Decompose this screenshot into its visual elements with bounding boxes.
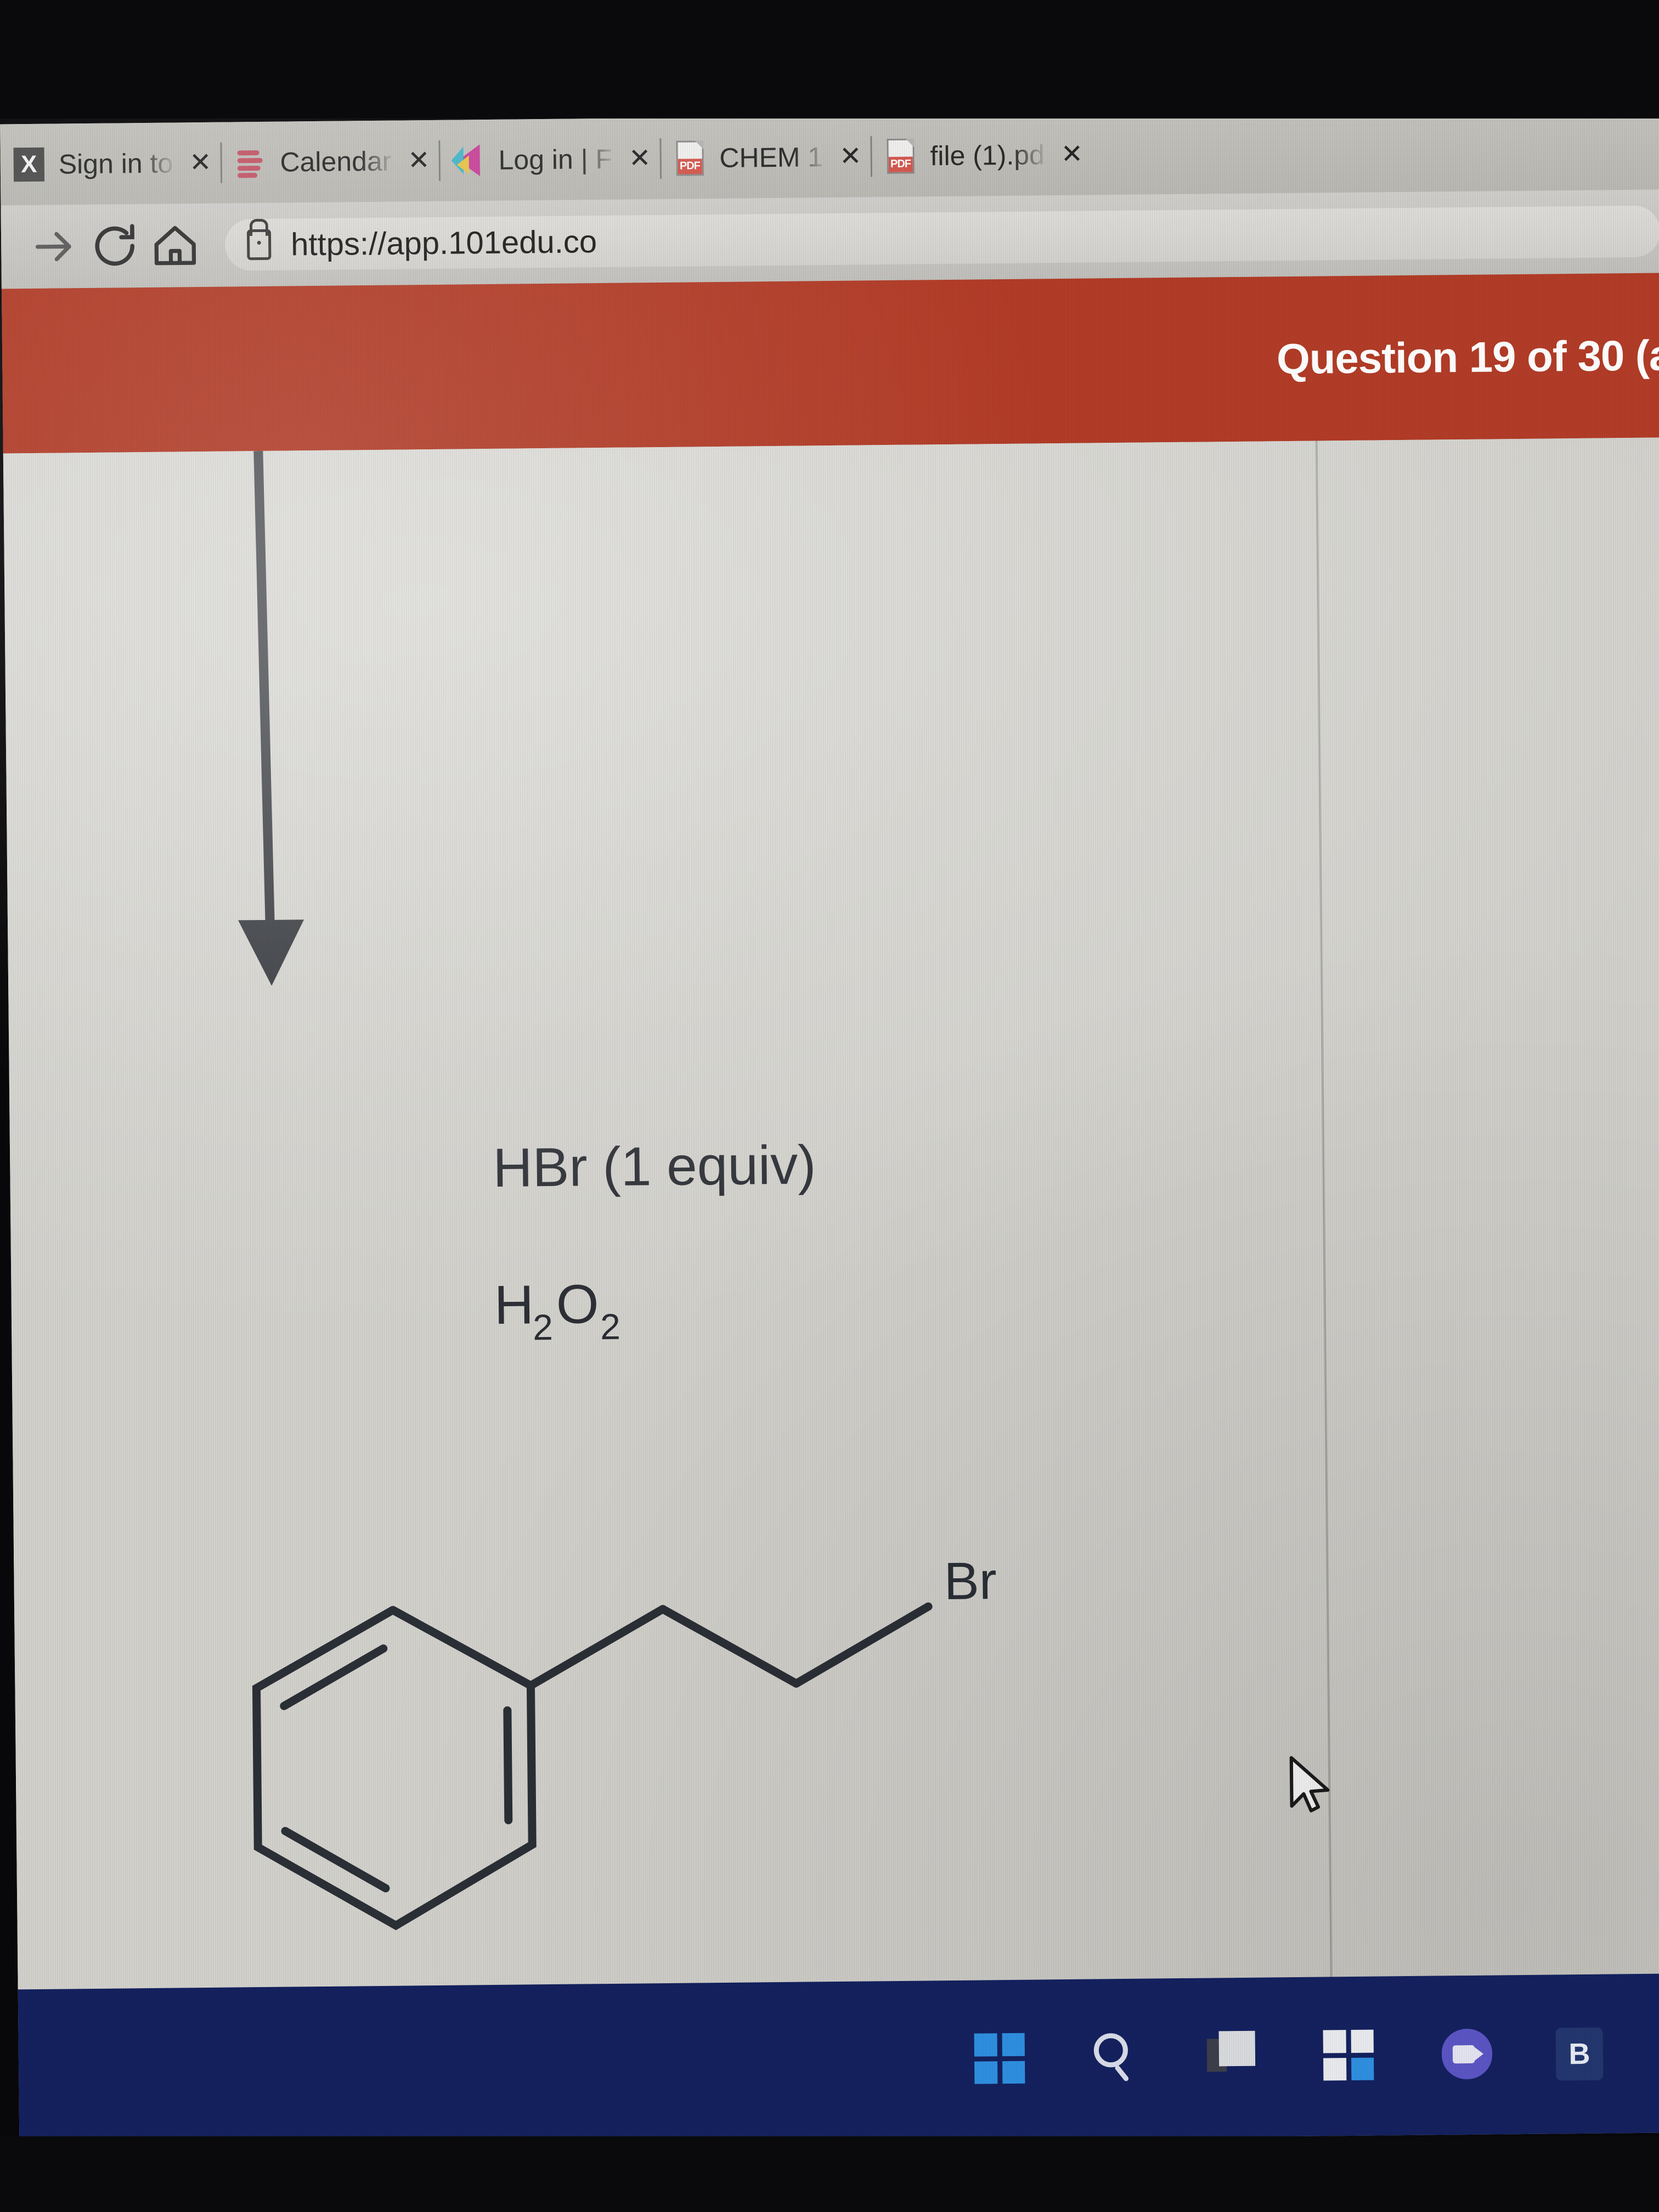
letter-b-icon: B (1555, 2027, 1604, 2081)
mouse-pointer-icon (1289, 1756, 1330, 1813)
monitor-bezel-bottom (0, 2136, 1659, 2212)
widgets-button[interactable] (1323, 2029, 1376, 2083)
browser-tab-1[interactable]: Calendar ✕ (227, 120, 434, 204)
teams-button[interactable] (1440, 2028, 1493, 2082)
svg-text:O: O (556, 1273, 599, 1335)
reaction-arrow-down-icon (238, 450, 304, 986)
browser-tab-2[interactable]: Log in | F ✕ (445, 118, 654, 201)
pdf-icon: PDF (672, 140, 708, 176)
propyl-bromide-chain (526, 1602, 933, 1690)
url-text: https://app.101edu.co (290, 223, 597, 262)
question-content-area: Br HBr (1 equiv) H 2 O 2 (3, 437, 1659, 1990)
forward-arrow-icon[interactable] (24, 216, 85, 277)
browser-tab-label: CHEM 1 (719, 142, 823, 173)
benzene-ring (252, 1606, 537, 1931)
excel-icon: X (11, 147, 47, 183)
search-button[interactable] (1091, 2032, 1144, 2085)
canvas-icon (233, 145, 268, 180)
screen-content: X Sign in to ✕ Calendar ✕ Log in | F ✕ P… (0, 108, 1659, 2149)
bromine-label: Br (944, 1551, 997, 1611)
reagent-line-2: H 2 O 2 (494, 1273, 620, 1347)
task-view-button[interactable] (1206, 2030, 1260, 2084)
reload-icon[interactable] (84, 216, 145, 276)
svg-text:2: 2 (600, 1306, 620, 1347)
start-button[interactable] (974, 2033, 1028, 2086)
question-header-bar: Question 19 of 30 (a (1, 273, 1659, 454)
tab-separator (438, 140, 441, 181)
tab-close-icon[interactable]: ✕ (839, 142, 862, 171)
lock-icon (246, 229, 272, 261)
pdf-icon: PDF (883, 138, 918, 174)
tab-close-icon[interactable]: ✕ (1061, 140, 1084, 169)
browser-address-bar: https://app.101edu.co (1, 189, 1659, 289)
reagent-line-1: HBr (1 equiv) (493, 1134, 816, 1199)
windows-logo-icon (974, 2033, 1025, 2084)
widgets-icon (1323, 2029, 1374, 2081)
tab-separator (659, 138, 662, 179)
tab-separator (220, 142, 222, 183)
browser-tab-strip: X Sign in to ✕ Calendar ✕ Log in | F ✕ P… (0, 108, 1659, 206)
tab-close-icon[interactable]: ✕ (629, 144, 651, 173)
windows-taskbar: B (18, 1973, 1659, 2149)
browser-tab-label: Log in | F (498, 143, 613, 176)
screen-photo: X Sign in to ✕ Calendar ✕ Log in | F ✕ P… (0, 0, 1659, 2212)
reaction-scheme: Br HBr (1 equiv) H 2 O 2 (238, 450, 1330, 1931)
question-counter: Question 19 of 30 (a (1276, 330, 1659, 383)
browser-tab-4[interactable]: PDF file (1).pd ✕ (877, 114, 1087, 198)
tab-close-icon[interactable]: ✕ (408, 146, 430, 175)
monitor-bezel-top (0, 0, 1659, 119)
browser-tab-0[interactable]: X Sign in to ✕ (5, 122, 215, 206)
browser-tab-label: file (1).pd (930, 139, 1045, 172)
browser-tab-label: Sign in to (58, 148, 173, 180)
svg-text:2: 2 (533, 1307, 553, 1347)
play-triangle-icon (451, 143, 487, 178)
svg-text:H: H (494, 1274, 534, 1336)
browser-tab-3[interactable]: PDF CHEM 1 ✕ (667, 116, 866, 199)
home-icon[interactable] (145, 215, 206, 276)
tab-close-icon[interactable]: ✕ (189, 148, 212, 177)
blackboard-button[interactable]: B (1555, 2027, 1609, 2081)
browser-tab-label: Calendar (280, 145, 392, 178)
url-field[interactable]: https://app.101edu.co (224, 205, 1659, 271)
tab-separator (870, 136, 872, 177)
